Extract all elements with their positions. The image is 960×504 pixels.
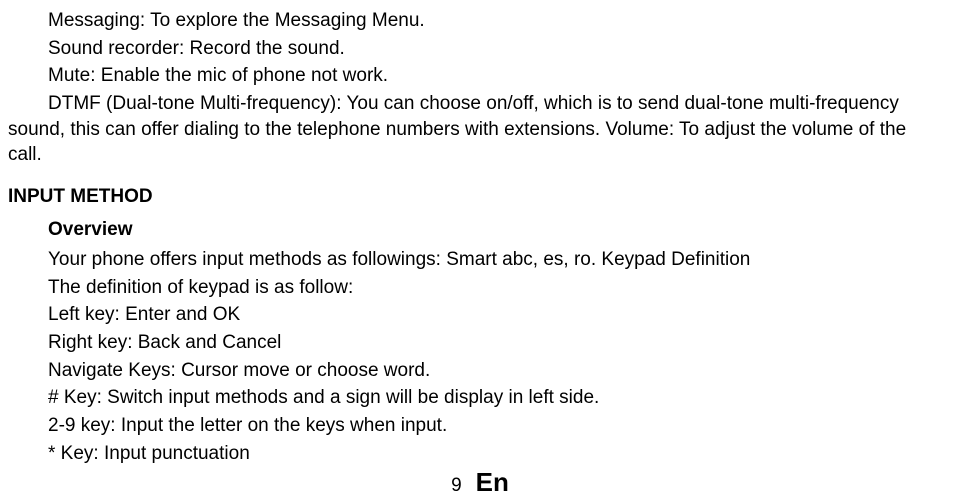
line-hash-key: # Key: Switch input methods and a sign w… (0, 385, 960, 411)
line-left-key: Left key: Enter and OK (0, 302, 960, 328)
line-sound-recorder: Sound recorder: Record the sound. (0, 36, 960, 62)
heading-input-method: INPUT METHOD (0, 184, 960, 210)
line-messaging: Messaging: To explore the Messaging Menu… (0, 8, 960, 34)
line-mute: Mute: Enable the mic of phone not work. (0, 63, 960, 89)
line-nav-keys: Navigate Keys: Cursor move or choose wor… (0, 358, 960, 384)
line-keypad-def: The definition of keypad is as follow: (0, 275, 960, 301)
page-footer: 9 En (0, 465, 960, 500)
page-number: 9 (451, 473, 462, 499)
line-star-key: * Key: Input punctuation (0, 441, 960, 467)
line-right-key: Right key: Back and Cancel (0, 330, 960, 356)
line-overview-text: Your phone offers input methods as follo… (0, 247, 960, 273)
line-dtmf: DTMF (Dual-tone Multi-frequency): You ca… (0, 91, 960, 168)
lang-label: En (476, 465, 509, 500)
subheading-overview: Overview (0, 217, 960, 243)
line-num-key: 2-9 key: Input the letter on the keys wh… (0, 413, 960, 439)
